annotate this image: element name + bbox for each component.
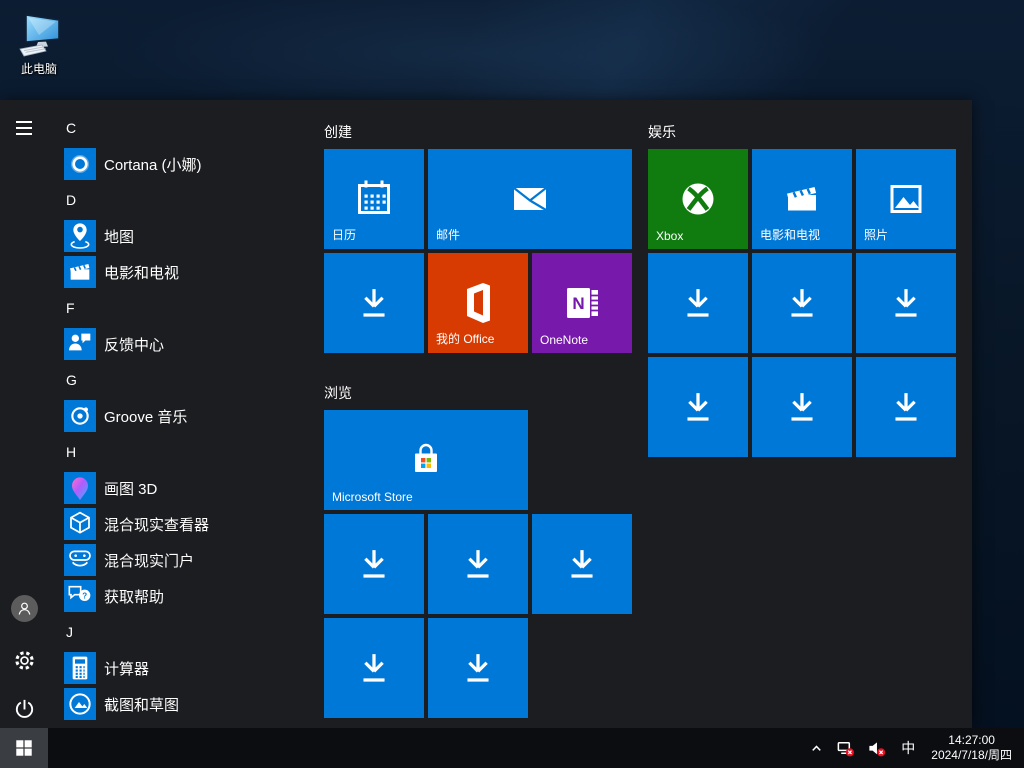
tile-group-浏览: 浏览 Microsoft Store bbox=[324, 383, 632, 718]
tile-download[interactable] bbox=[648, 357, 748, 457]
download-icon bbox=[883, 384, 929, 430]
tile-store[interactable]: Microsoft Store bbox=[324, 410, 528, 510]
clock-time: 14:27:00 bbox=[931, 733, 1012, 748]
download-icon bbox=[351, 280, 397, 326]
tile-download[interactable] bbox=[752, 253, 852, 353]
tile-calendar[interactable]: 日历 bbox=[324, 149, 424, 249]
tile-download[interactable] bbox=[324, 618, 424, 718]
tile-label: OneNote bbox=[540, 333, 588, 347]
network-disconnected-icon bbox=[836, 739, 855, 758]
tile-label: 日历 bbox=[332, 226, 356, 243]
tile-photos[interactable]: 照片 bbox=[856, 149, 956, 249]
store-icon bbox=[402, 436, 450, 484]
download-icon bbox=[779, 280, 825, 326]
tile-label: 邮件 bbox=[436, 226, 460, 243]
this-pc-glyph bbox=[15, 10, 63, 58]
tile-download[interactable] bbox=[648, 253, 748, 353]
mail-icon bbox=[506, 175, 554, 223]
desktop: 此电脑 CCortana (小娜)D地图电影和电视F反馈中心GGroove 音乐… bbox=[0, 0, 1024, 768]
volume-muted-icon bbox=[867, 739, 886, 758]
tile-download[interactable] bbox=[532, 514, 632, 614]
tile-label: Microsoft Store bbox=[332, 490, 413, 504]
download-icon bbox=[455, 541, 501, 587]
system-tray: 中 14:27:00 2024/7/18/周四 bbox=[804, 728, 1024, 768]
windows-logo-icon bbox=[14, 738, 34, 758]
hidden-icons-button[interactable] bbox=[804, 728, 829, 768]
tile-download[interactable] bbox=[324, 253, 424, 353]
ime-indicator[interactable]: 中 bbox=[893, 738, 923, 758]
tile-label: Xbox bbox=[656, 229, 683, 243]
download-icon bbox=[675, 384, 721, 430]
clock-date: 2024/7/18/周四 bbox=[931, 748, 1012, 763]
xbox-icon bbox=[674, 175, 722, 223]
tile-grid: Microsoft Store bbox=[324, 410, 632, 718]
tile-xbox[interactable]: Xbox bbox=[648, 149, 748, 249]
svg-text:N: N bbox=[572, 294, 584, 313]
volume-button[interactable] bbox=[862, 728, 891, 768]
tile-download[interactable] bbox=[856, 253, 956, 353]
network-button[interactable] bbox=[831, 728, 860, 768]
this-pc-label: 此电脑 bbox=[21, 60, 57, 77]
tile-movies[interactable]: 电影和电视 bbox=[752, 149, 852, 249]
clock[interactable]: 14:27:00 2024/7/18/周四 bbox=[925, 733, 1020, 763]
tile-label: 照片 bbox=[864, 226, 888, 243]
onenote-icon: N bbox=[558, 279, 606, 327]
tile-download[interactable] bbox=[324, 514, 424, 614]
group-header[interactable]: 娱乐 bbox=[648, 122, 956, 140]
download-icon bbox=[559, 541, 605, 587]
download-icon bbox=[675, 280, 721, 326]
photos-icon bbox=[882, 175, 930, 223]
tile-grid: Xbox 电影和电视 照片 bbox=[648, 149, 956, 457]
calendar-icon bbox=[350, 175, 398, 223]
chevron-up-icon bbox=[809, 741, 824, 756]
start-menu: CCortana (小娜)D地图电影和电视F反馈中心GGroove 音乐H画图 … bbox=[0, 100, 972, 728]
this-pc-icon[interactable]: 此电脑 bbox=[8, 10, 70, 77]
tile-group-创建: 创建日历 邮件我的 Office N OneNote bbox=[324, 122, 632, 353]
tile-label: 电影和电视 bbox=[760, 226, 820, 243]
tile-download[interactable] bbox=[752, 357, 852, 457]
tile-grid: 日历 邮件我的 Office N OneNote bbox=[324, 149, 632, 353]
tile-label: 我的 Office bbox=[436, 330, 494, 347]
tile-groups: 创建日历 邮件我的 Office N OneNote 浏览 Microsoft Store… bbox=[0, 100, 972, 728]
taskbar: 中 14:27:00 2024/7/18/周四 bbox=[0, 728, 1024, 768]
download-icon bbox=[779, 384, 825, 430]
group-header[interactable]: 浏览 bbox=[324, 383, 632, 401]
office-icon bbox=[454, 279, 502, 327]
tile-download[interactable] bbox=[428, 514, 528, 614]
tile-office[interactable]: 我的 Office bbox=[428, 253, 528, 353]
movies-icon bbox=[778, 175, 826, 223]
download-icon bbox=[883, 280, 929, 326]
tile-mail[interactable]: 邮件 bbox=[428, 149, 632, 249]
download-icon bbox=[351, 645, 397, 691]
tile-onenote[interactable]: N OneNote bbox=[532, 253, 632, 353]
tile-download[interactable] bbox=[428, 618, 528, 718]
tile-download[interactable] bbox=[856, 357, 956, 457]
tile-group-娱乐: 娱乐 Xbox 电影和电视 照片 bbox=[648, 122, 956, 457]
download-icon bbox=[455, 645, 501, 691]
download-icon bbox=[351, 541, 397, 587]
group-header[interactable]: 创建 bbox=[324, 122, 632, 140]
start-button[interactable] bbox=[0, 728, 48, 768]
